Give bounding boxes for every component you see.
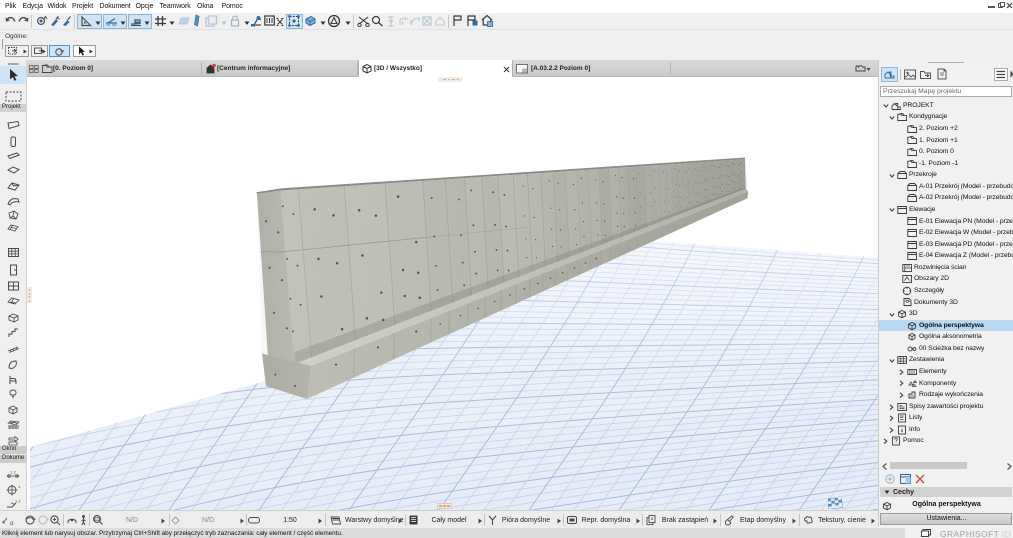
svg-text:1.2: 1.2 [15, 499, 21, 504]
svg-text:1.2: 1.2 [18, 484, 21, 489]
svg-text:1.2: 1.2 [10, 470, 16, 475]
svg-text:α: α [10, 521, 14, 526]
